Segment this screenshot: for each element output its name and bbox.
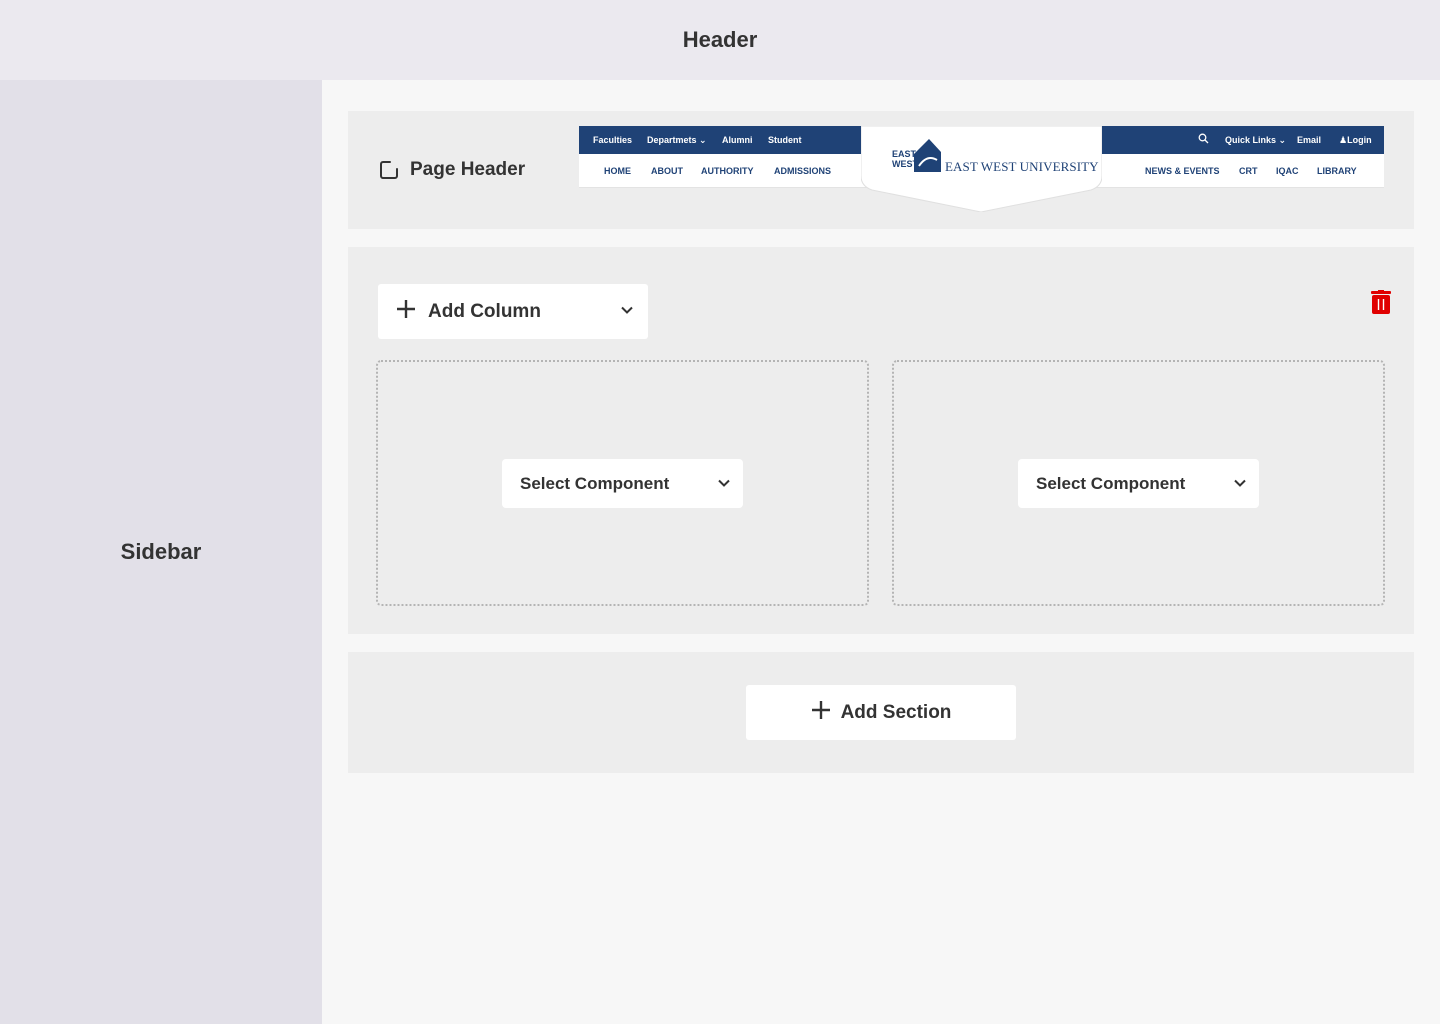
search-icon [1198, 133, 1209, 146]
chevron-down-icon [620, 303, 634, 322]
column-dropzone-1[interactable]: Select Component [376, 360, 869, 606]
preview-link-faculties: Faculties [593, 135, 633, 145]
page-header-title: Page Header [410, 159, 526, 180]
preview-nav-admissions: ADMISSIONS [774, 166, 832, 176]
builder-canvas: Page Header Faculties Departmets ⌄ Alumn… [322, 80, 1440, 1024]
preview-link-departments: Departmets ⌄ [647, 135, 707, 145]
plus-icon [811, 700, 831, 725]
column-dropzone-2[interactable]: Select Component [892, 360, 1385, 606]
chevron-down-icon [717, 476, 731, 495]
preview-link-quick-links: Quick Links ⌄ [1225, 135, 1287, 145]
trash-icon [1370, 290, 1392, 319]
page-header-label: Page Header [380, 159, 525, 181]
add-section-area: Add Section [348, 652, 1414, 773]
header-preview[interactable]: Faculties Departmets ⌄ Alumni Student Qu… [579, 126, 1384, 216]
square-corner-icon [380, 161, 398, 179]
preview-link-alumni: Alumni [722, 135, 753, 145]
chevron-down-icon [1233, 476, 1247, 495]
preview-nav-home: HOME [604, 166, 631, 176]
select-component-label: Select Component [1036, 474, 1186, 493]
row-section: Add Column Select Component Select Compo… [348, 247, 1414, 634]
preview-nav-news-events: NEWS & EVENTS [1145, 166, 1220, 176]
select-component-dropdown-2[interactable]: Select Component [1018, 459, 1259, 508]
sidebar-label: Sidebar [120, 539, 202, 564]
sidebar: Sidebar [0, 80, 322, 1024]
app-header-label: Header [682, 27, 758, 52]
app-header: Header [0, 0, 1440, 80]
page-header-section[interactable]: Page Header Faculties Departmets ⌄ Alumn… [348, 111, 1414, 229]
add-section-label: Add Section [840, 701, 952, 723]
plus-icon [396, 299, 416, 324]
preview-nav-crt: CRT [1239, 166, 1258, 176]
svg-text:EAST: EAST [892, 149, 917, 159]
preview-link-student: Student [768, 135, 802, 145]
preview-nav-iqac: IQAC [1276, 166, 1299, 176]
add-section-button[interactable]: Add Section [746, 685, 1016, 740]
preview-link-email: Email [1297, 135, 1322, 145]
university-logo: EAST WEST EAST WEST UNIVERSITY [861, 126, 1102, 212]
chevron-down-icon: ⌄ [699, 135, 707, 145]
select-component-label: Select Component [520, 474, 670, 493]
add-column-button[interactable]: Add Column [378, 284, 648, 339]
delete-section-button[interactable] [1370, 290, 1392, 320]
chevron-down-icon: ⌄ [1278, 135, 1287, 145]
preview-nav-about: ABOUT [651, 166, 683, 176]
logo-wordmark: EAST WEST UNIVERSITY [945, 159, 1099, 174]
preview-nav-library: LIBRARY [1317, 166, 1357, 176]
preview-link-login: ♟Login [1339, 135, 1372, 145]
add-column-label: Add Column [428, 300, 541, 322]
select-component-dropdown-1[interactable]: Select Component [502, 459, 743, 508]
preview-nav-authority: AUTHORITY [701, 166, 754, 176]
user-icon: ♟ [1339, 135, 1348, 145]
